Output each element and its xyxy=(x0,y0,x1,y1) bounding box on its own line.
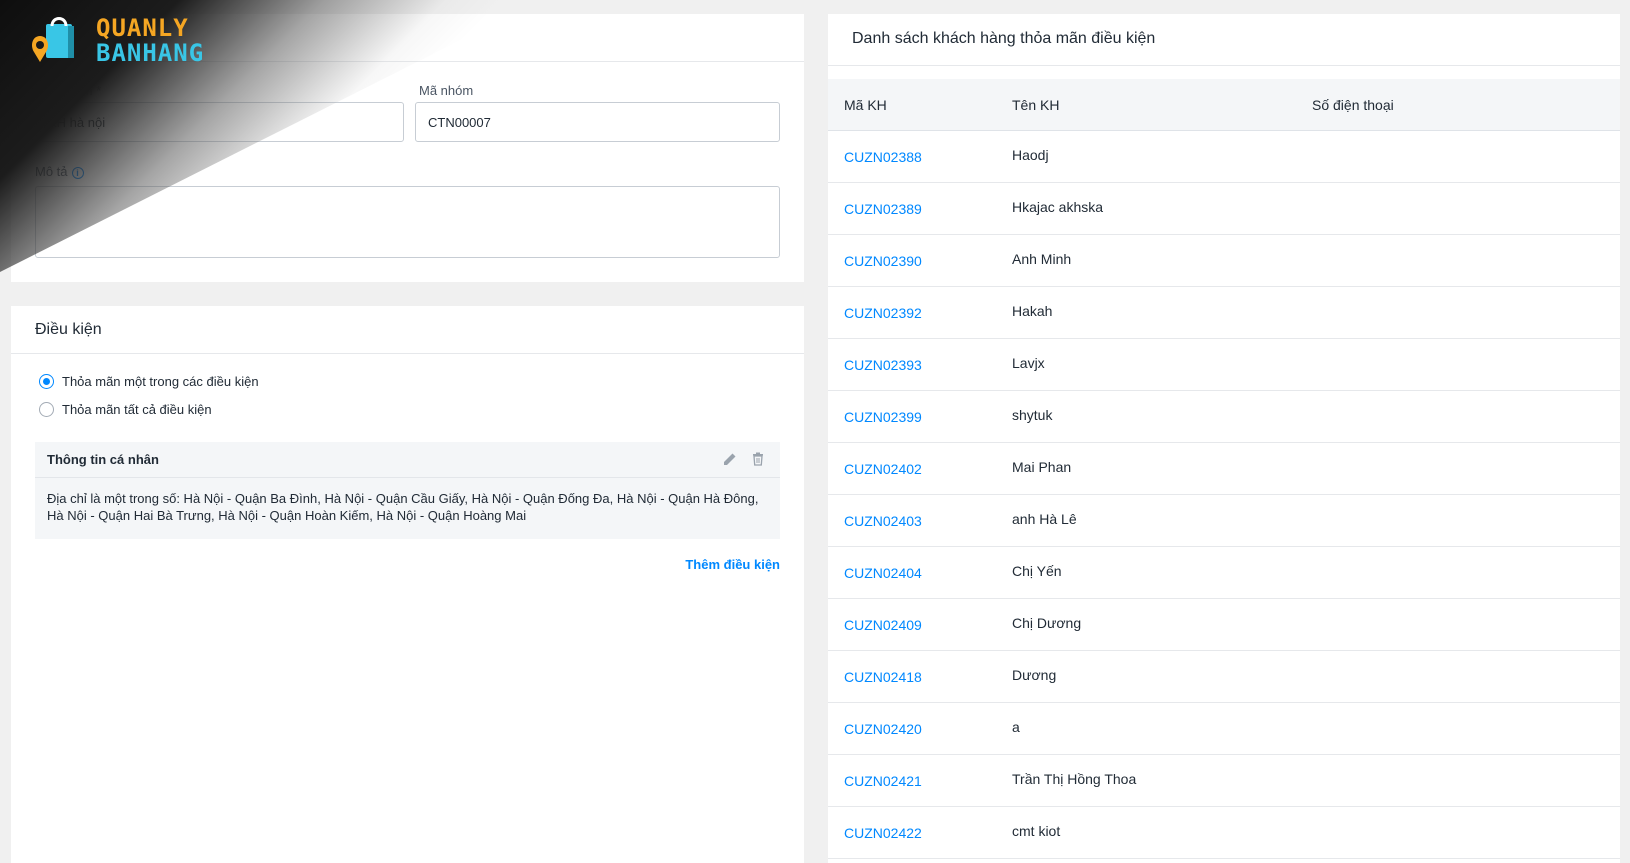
logo-text: QUANLY BANHANG xyxy=(96,16,204,66)
add-condition-link[interactable]: Thêm điều kiện xyxy=(685,557,780,572)
group-name-input[interactable]: KH hà nội xyxy=(35,102,404,142)
customer-code-link[interactable]: CUZN02392 xyxy=(844,305,922,321)
customer-name: Mai Phan xyxy=(1012,459,1072,475)
table-row[interactable]: CUZN02404 Chị Yến xyxy=(828,547,1620,599)
radio-all-conditions[interactable]: Thỏa mãn tất cả điều kiện xyxy=(39,402,212,417)
customer-list-title: Danh sách khách hàng thỏa mãn điều kiện xyxy=(828,14,1620,66)
shopping-bag-pin-icon xyxy=(32,17,74,62)
condition-block-description: Địa chỉ là một trong số: Hà Nội - Quận B… xyxy=(47,491,759,523)
table-row[interactable]: CUZN02422 cmt kiot xyxy=(828,807,1620,859)
column-header-name: Tên KH xyxy=(1012,97,1060,113)
table-body: CUZN02388 Haodj CUZN02389 Hkajac akhska CUZN… xyxy=(828,131,1620,859)
customer-name: a xyxy=(1012,719,1020,735)
customer-code-link[interactable]: CUZN02389 xyxy=(844,201,922,217)
condition-block-header: Thông tin cá nhân xyxy=(35,442,780,478)
table-row[interactable]: CUZN02393 Lavjx xyxy=(828,339,1620,391)
trash-icon[interactable] xyxy=(750,451,766,467)
customer-name: cmt kiot xyxy=(1012,823,1061,839)
group-name-label: nhóm * xyxy=(60,83,102,98)
customer-code-link[interactable]: CUZN02402 xyxy=(844,461,922,477)
customer-name: Chị Dương xyxy=(1012,615,1082,631)
customer-name: Anh Minh xyxy=(1012,251,1072,267)
table-row[interactable]: CUZN02389 Hkajac akhska xyxy=(828,183,1620,235)
customer-code-link[interactable]: CUZN02421 xyxy=(844,773,922,789)
table-row[interactable]: CUZN02392 Hakah xyxy=(828,287,1620,339)
table-row[interactable]: CUZN02388 Haodj xyxy=(828,131,1620,183)
customer-name: Haodj xyxy=(1012,147,1049,163)
table-row[interactable]: CUZN02420 a xyxy=(828,703,1620,755)
conditions-title: Điều kiện xyxy=(11,306,804,354)
condition-block-title: Thông tin cá nhân xyxy=(47,452,159,467)
customer-code-link[interactable]: CUZN02420 xyxy=(844,721,922,737)
radio-all-label: Thỏa mãn tất cả điều kiện xyxy=(62,402,212,417)
table-row[interactable]: CUZN02421 Trần Thị Hồng Thoa xyxy=(828,755,1620,807)
customer-name: Chị Yến xyxy=(1012,563,1062,579)
logo: QUANLY BANHANG xyxy=(28,12,204,70)
customer-code-link[interactable]: CUZN02388 xyxy=(844,149,922,165)
customer-code-link[interactable]: CUZN02422 xyxy=(844,825,922,841)
customer-code-link[interactable]: CUZN02404 xyxy=(844,565,922,581)
logo-line1: QUANLY xyxy=(96,14,189,42)
customer-name: Dương xyxy=(1012,667,1057,683)
group-code-input[interactable]: CTN00007 xyxy=(415,102,780,142)
customer-code-link[interactable]: CUZN02393 xyxy=(844,357,922,373)
customer-name: Trần Thị Hồng Thoa xyxy=(1012,771,1137,787)
description-textarea[interactable] xyxy=(35,186,780,258)
column-header-code: Mã KH xyxy=(844,97,887,113)
customer-name: Hakah xyxy=(1012,303,1053,319)
edit-icon[interactable] xyxy=(722,451,738,467)
table-row[interactable]: CUZN02402 Mai Phan xyxy=(828,443,1620,495)
customer-name: Lavjx xyxy=(1012,355,1045,371)
description-label-row: Mô tả i xyxy=(35,164,84,179)
table-header: Mã KH Tên KH Số điện thoại xyxy=(828,79,1620,131)
table-row[interactable]: CUZN02418 Dương xyxy=(828,651,1620,703)
table-row[interactable]: CUZN02403 anh Hà Lê xyxy=(828,495,1620,547)
page: nhóm * KH hà nội Mã nhóm CTN00007 Mô tả i… xyxy=(0,0,1630,863)
radio-button-checked[interactable] xyxy=(39,374,54,389)
customer-code-link[interactable]: CUZN02409 xyxy=(844,617,922,633)
table-row[interactable]: CUZN02409 Chị Dương xyxy=(828,599,1620,651)
radio-any-condition[interactable]: Thỏa mãn một trong các điều kiện xyxy=(39,374,259,389)
customer-code-link[interactable]: CUZN02390 xyxy=(844,253,922,269)
customer-code-link[interactable]: CUZN02403 xyxy=(844,513,922,529)
customer-code-link[interactable]: CUZN02399 xyxy=(844,409,922,425)
customer-name: shytuk xyxy=(1012,407,1053,423)
conditions-card: Điều kiện Thỏa mãn một trong các điều ki… xyxy=(11,306,804,863)
info-icon[interactable]: i xyxy=(71,166,84,179)
table-row[interactable]: CUZN02399 shytuk xyxy=(828,391,1620,443)
customer-name: anh Hà Lê xyxy=(1012,511,1077,527)
customer-name: Hkajac akhska xyxy=(1012,199,1104,215)
logo-line2: BANHANG xyxy=(96,39,205,67)
condition-block: Thông tin cá nhân Địa chỉ là một trong s… xyxy=(35,442,780,539)
radio-button-unchecked[interactable] xyxy=(39,402,54,417)
column-header-phone: Số điện thoại xyxy=(1312,97,1394,113)
radio-any-label: Thỏa mãn một trong các điều kiện xyxy=(62,374,259,389)
table-row[interactable]: CUZN02390 Anh Minh xyxy=(828,235,1620,287)
group-code-label: Mã nhóm xyxy=(419,83,474,98)
description-label: Mô tả xyxy=(35,164,68,179)
customer-list-card: Danh sách khách hàng thỏa mãn điều kiện … xyxy=(828,14,1620,863)
customer-code-link[interactable]: CUZN02418 xyxy=(844,669,922,685)
